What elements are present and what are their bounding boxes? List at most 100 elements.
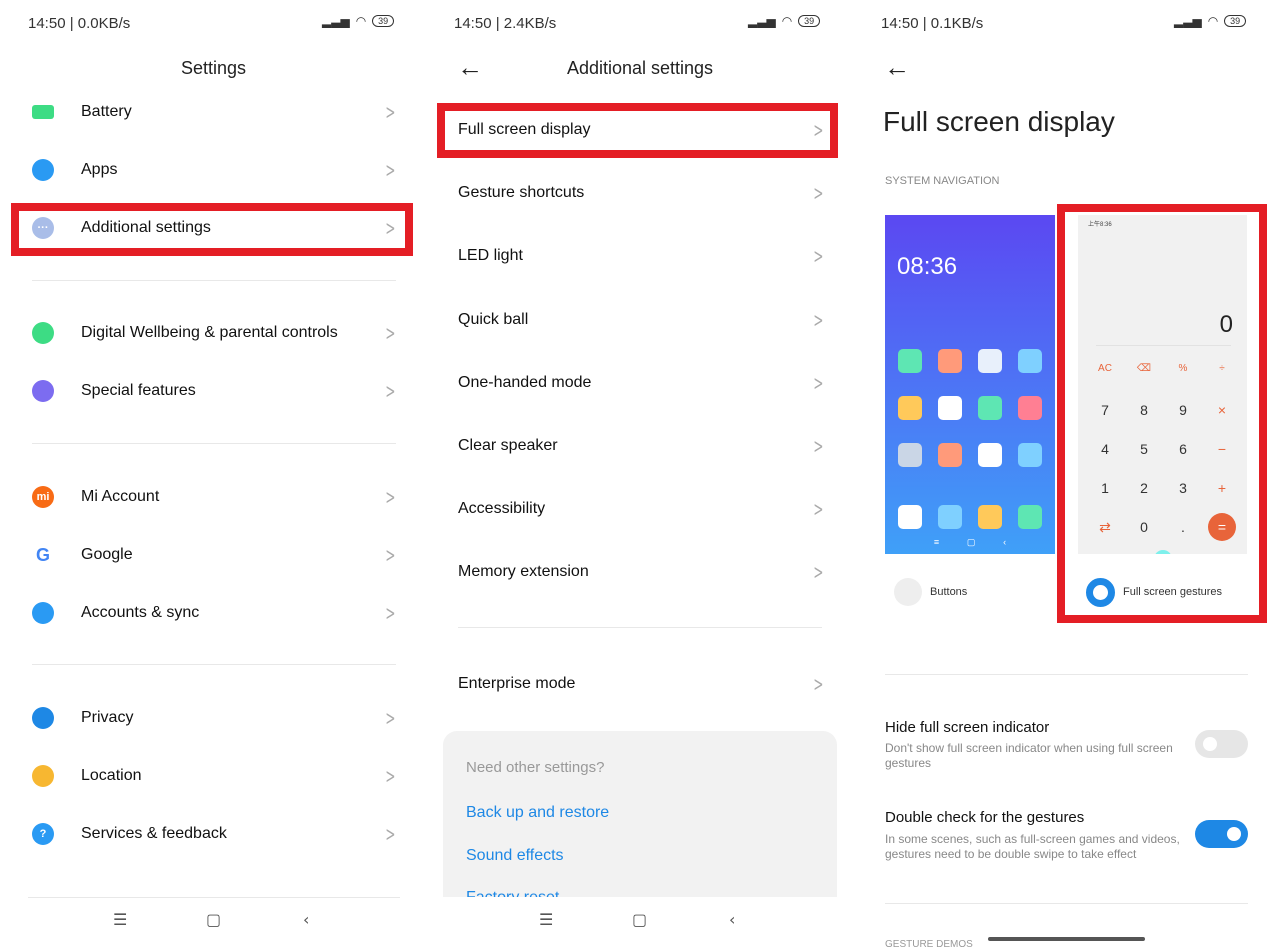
app-tile — [898, 349, 922, 373]
settings-item-accounts-sync[interactable]: Accounts & sync > — [32, 593, 402, 633]
chevron-right-icon: > — [385, 379, 396, 403]
status-time: 14:50 | 2.4KB/s — [454, 15, 557, 32]
wellbeing-icon — [32, 322, 54, 344]
help-icon: ? — [32, 823, 54, 845]
list-item-accessibility[interactable]: Accessibility > — [458, 489, 828, 529]
radio-buttons[interactable] — [894, 578, 922, 606]
wifi-icon: ◠ — [781, 14, 793, 28]
page-title: Settings — [180, 58, 247, 78]
item-label: Battery — [81, 103, 132, 120]
settings-item-battery[interactable]: Battery > — [32, 92, 402, 132]
list-item-enterprise-mode[interactable]: Enterprise mode > — [458, 664, 828, 704]
app-tile — [1018, 505, 1042, 529]
hide-indicator-toggle[interactable] — [1195, 730, 1248, 758]
divider — [885, 903, 1248, 904]
toggle-description: Don't show full screen indicator when us… — [885, 741, 1173, 770]
settings-item-digital-wellbeing-parental-controls[interactable]: Digital Wellbeing & parental controls > — [32, 313, 402, 353]
settings-item-location[interactable]: Location > — [32, 756, 402, 796]
chevron-right-icon: > — [813, 244, 824, 269]
app-tile — [978, 396, 1002, 420]
link-factory-reset[interactable]: Factory reset — [466, 889, 559, 897]
item-label: Clear speaker — [458, 437, 558, 454]
option-label: Buttons — [930, 586, 968, 598]
app-tile — [1018, 443, 1042, 467]
link-sound-effects[interactable]: Sound effects — [466, 847, 564, 865]
app-tile — [938, 505, 962, 529]
chevron-right-icon: > — [385, 764, 396, 788]
gear-icon — [32, 159, 54, 181]
highlight-box — [11, 203, 413, 256]
list-item-gesture-shortcuts[interactable]: Gesture shortcuts > — [458, 173, 828, 213]
home-indicator[interactable] — [988, 937, 1145, 941]
app-tile — [978, 349, 1002, 373]
google-icon: G — [32, 544, 54, 566]
list-item-quick-ball[interactable]: Quick ball > — [458, 300, 828, 340]
chevron-right-icon: > — [813, 370, 824, 395]
item-label: Apps — [81, 161, 118, 178]
status-icons: ▂▃▅ ◠ 39 — [748, 14, 821, 28]
chevron-right-icon: > — [385, 706, 396, 730]
item-label: Privacy — [81, 709, 134, 726]
app-tile — [1018, 396, 1042, 420]
item-label: Services & feedback — [81, 825, 227, 842]
signal-icon: ▂▃▅ — [1174, 14, 1202, 28]
menu-icon[interactable]: ☰ — [113, 910, 127, 929]
item-label: Mi Account — [81, 488, 160, 505]
signal-icon: ▂▃▅ — [748, 14, 776, 28]
item-label: One-handed mode — [458, 373, 592, 391]
chevron-right-icon: > — [813, 497, 824, 522]
mi-icon: mi — [32, 486, 54, 508]
section-label: SYSTEM NAVIGATION — [885, 175, 1000, 187]
chevron-right-icon: > — [813, 181, 824, 206]
home-icon[interactable]: ▢ — [206, 910, 221, 929]
app-tile — [898, 443, 922, 467]
item-label: Enterprise mode — [458, 675, 576, 692]
settings-item-services-feedback[interactable]: ? Services & feedback > — [32, 814, 402, 854]
chevron-right-icon: > — [385, 822, 396, 846]
menu-icon[interactable]: ☰ — [539, 910, 553, 929]
settings-item-google[interactable]: G Google > — [32, 535, 402, 575]
chevron-right-icon: > — [813, 560, 824, 585]
list-item-memory-extension[interactable]: Memory extension > — [458, 552, 828, 592]
preview-nav-buttons: ≡ ▢ ‹ — [933, 537, 1007, 547]
list-item-clear-speaker[interactable]: Clear speaker > — [458, 426, 828, 466]
settings-item-mi-account[interactable]: mi Mi Account > — [32, 477, 402, 517]
back-icon[interactable]: ‹ — [729, 910, 735, 929]
location-pin-icon — [32, 765, 54, 787]
divider — [32, 664, 396, 665]
other-settings-card: Need other settings? Back up and restore… — [443, 731, 837, 897]
settings-item-special-features[interactable]: Special features > — [32, 371, 402, 411]
settings-item-apps[interactable]: Apps > — [32, 150, 402, 190]
chevron-right-icon: > — [385, 100, 396, 124]
divider — [32, 280, 396, 281]
home-icon[interactable]: ▢ — [632, 910, 647, 929]
back-icon[interactable]: ‹ — [303, 910, 309, 929]
special-features-icon — [32, 380, 54, 402]
page-title: Additional settings — [566, 58, 714, 78]
item-label: Accessibility — [458, 500, 546, 518]
toggle-title: Double check for the gestures — [885, 809, 1085, 826]
list-item-one-handed-mode[interactable]: One-handed mode > — [458, 363, 828, 403]
app-tile — [1018, 349, 1042, 373]
double-check-toggle[interactable] — [1195, 820, 1248, 848]
eye-icon — [32, 707, 54, 729]
chevron-right-icon: > — [813, 672, 824, 696]
settings-item-privacy[interactable]: Privacy > — [32, 698, 402, 738]
status-time: 14:50 | 0.0KB/s — [28, 15, 131, 32]
link-back-up-restore[interactable]: Back up and restore — [466, 804, 609, 822]
divider — [885, 674, 1248, 675]
divider — [32, 443, 396, 444]
item-label: Gesture shortcuts — [458, 184, 585, 202]
wifi-icon: ◠ — [355, 14, 367, 28]
status-time: 14:50 | 0.1KB/s — [881, 15, 984, 32]
buttons-preview[interactable]: 08:36 ≡ ▢ ‹ — [885, 215, 1055, 554]
status-icons: ▂▃▅ ◠ 39 — [322, 14, 395, 28]
toggle-title: Hide full screen indicator — [885, 719, 1050, 736]
back-arrow-icon[interactable]: ← — [884, 52, 910, 83]
status-icons: ▂▃▅ ◠ 39 — [1174, 14, 1247, 28]
battery-icon: 39 — [372, 15, 395, 27]
item-label: Google — [81, 546, 133, 563]
list-item-led-light[interactable]: LED light > — [458, 236, 828, 276]
divider — [458, 627, 822, 628]
chevron-right-icon: > — [813, 434, 824, 458]
